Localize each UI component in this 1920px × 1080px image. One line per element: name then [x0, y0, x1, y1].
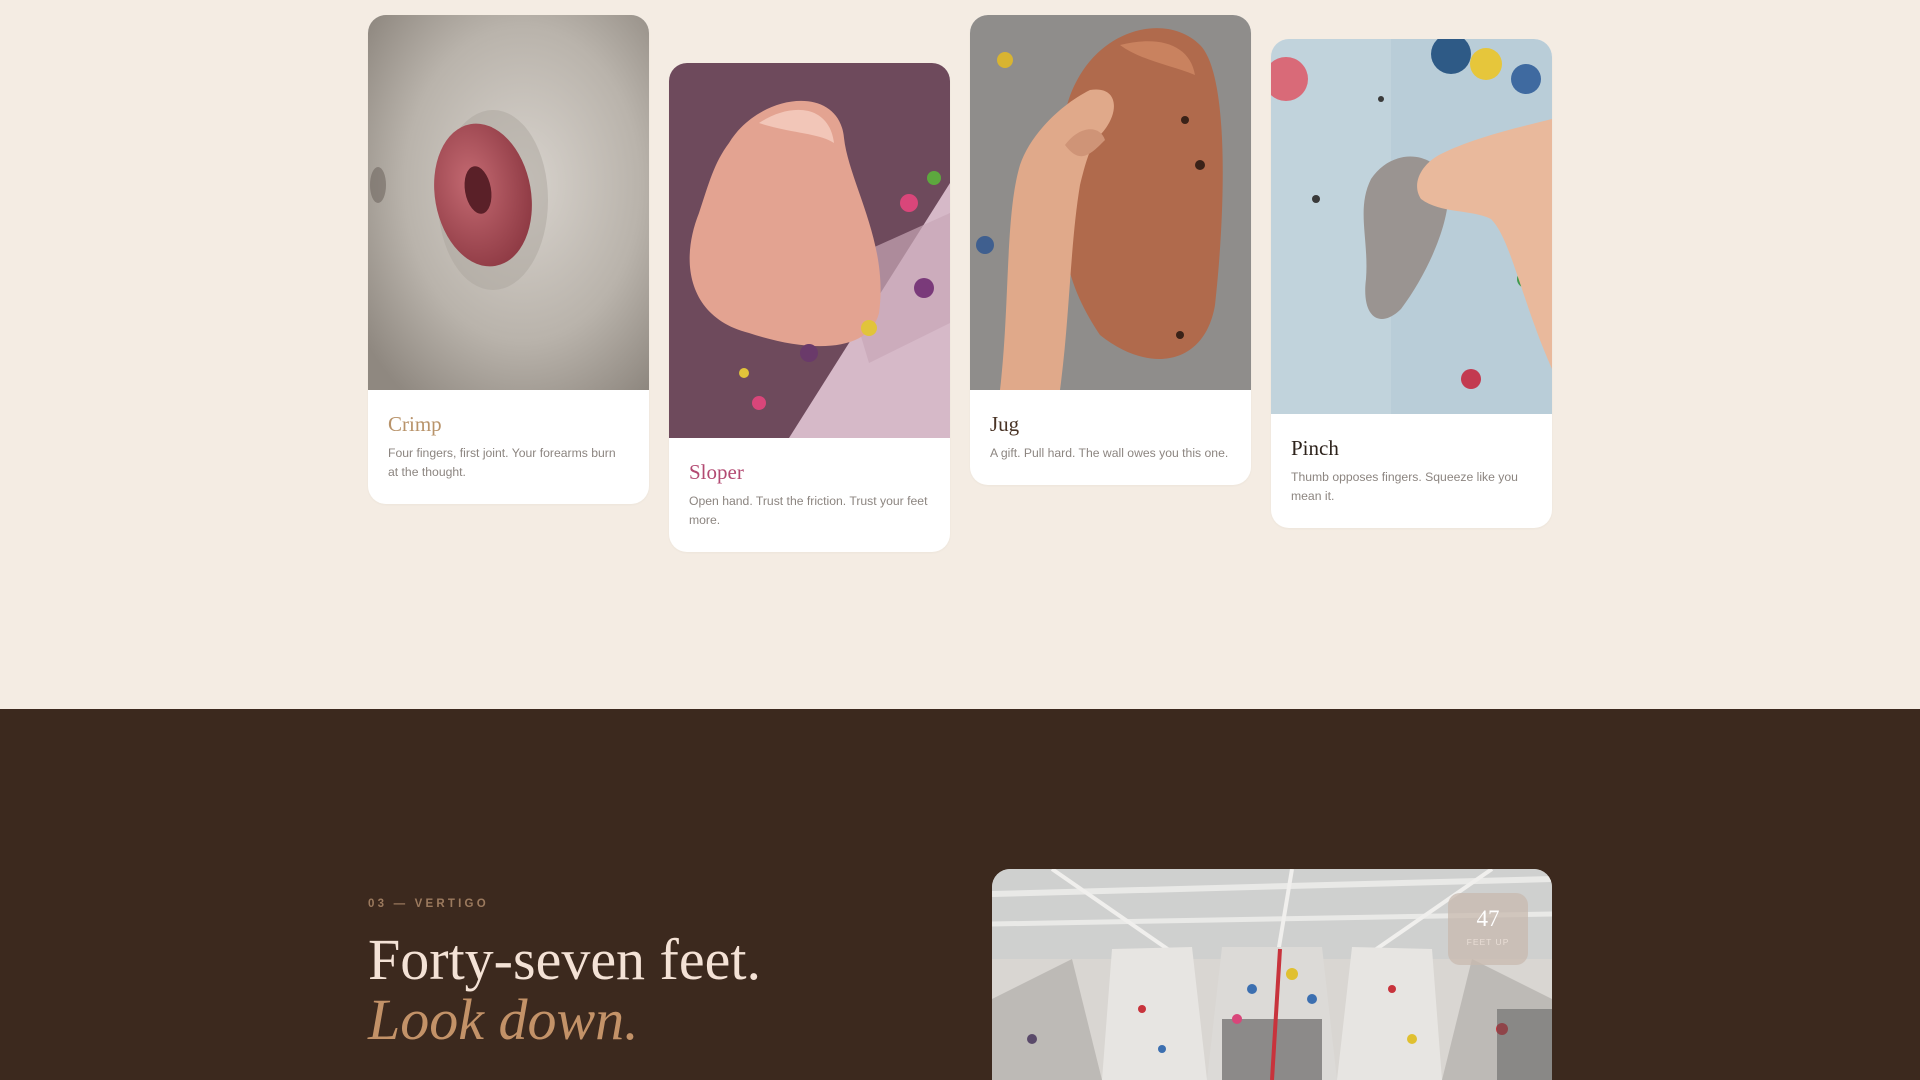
jug-hold-photo	[970, 15, 1251, 390]
badge-label: FEET UP	[1466, 937, 1510, 947]
pinch-hold-photo	[1271, 39, 1552, 414]
crimp-hold-photo	[368, 15, 649, 390]
holds-section: Crimp Four fingers, first joint. Your fo…	[0, 0, 1920, 709]
headline-line-1: Forty-seven feet.	[368, 927, 761, 992]
hold-title: Crimp	[388, 412, 442, 436]
headline-line-2: Look down.	[368, 987, 639, 1052]
hold-card-sloper[interactable]: Sloper Open hand. Trust the friction. Tr…	[669, 63, 950, 552]
sloper-hold-photo	[669, 63, 950, 438]
badge-number: 47	[1476, 906, 1500, 931]
hold-description: Open hand. Trust the friction. Trust you…	[689, 494, 928, 527]
hold-title: Jug	[990, 412, 1020, 436]
hold-description: A gift. Pull hard. The wall owes you thi…	[990, 446, 1229, 460]
hold-card-crimp[interactable]: Crimp Four fingers, first joint. Your fo…	[368, 15, 649, 504]
hold-card-pinch[interactable]: Pinch Thumb opposes fingers. Squeeze lik…	[1271, 39, 1552, 528]
hold-card-jug[interactable]: Jug A gift. Pull hard. The wall owes you…	[970, 15, 1251, 485]
height-badge: 47 FEET UP	[1448, 893, 1528, 965]
section-eyebrow: 03 — VERTIGO	[368, 898, 489, 910]
hold-title: Pinch	[1291, 436, 1339, 460]
hold-description: Four fingers, first joint. Your forearms…	[388, 446, 616, 479]
section-headline: Forty-seven feet. Look down.	[368, 930, 761, 1050]
hold-description: Thumb opposes fingers. Squeeze like you …	[1291, 470, 1518, 503]
vertigo-section	[0, 709, 1920, 1080]
hold-title: Sloper	[689, 460, 744, 484]
